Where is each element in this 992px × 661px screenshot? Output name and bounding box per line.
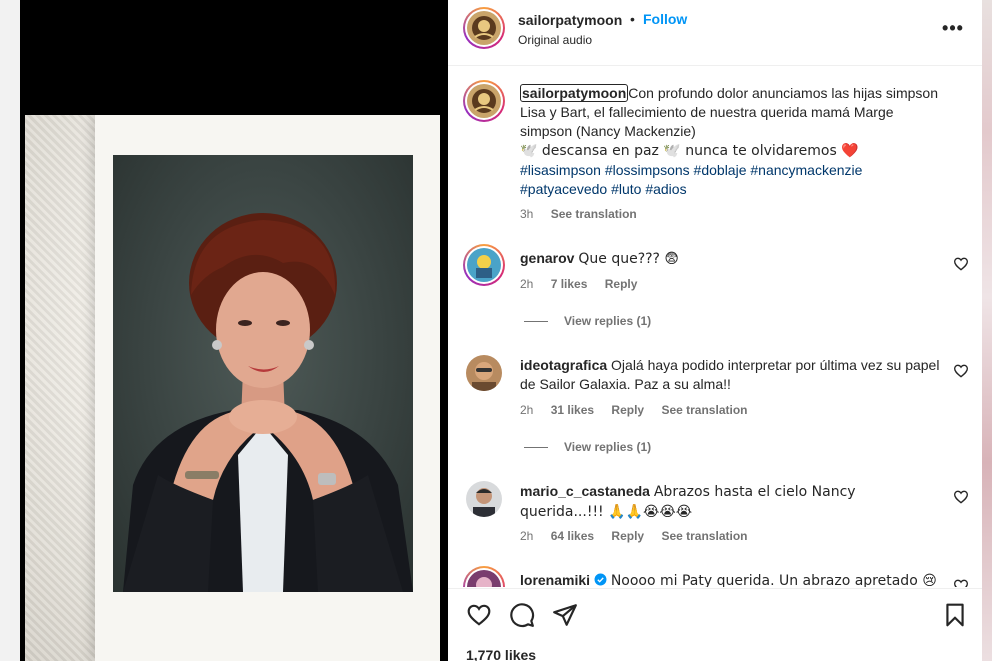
hashtag[interactable]: #adios <box>645 181 686 197</box>
like-comment-heart-icon[interactable] <box>953 363 969 379</box>
comment-avatar[interactable] <box>463 566 505 587</box>
comment-avatar[interactable] <box>466 481 502 517</box>
comment-time[interactable]: 2h <box>520 277 533 291</box>
post-actions-bar: 1,770 likes <box>448 588 982 661</box>
share-icon[interactable] <box>552 602 578 628</box>
comment-username[interactable]: lorenamiki <box>520 572 590 587</box>
see-translation-button[interactable]: See translation <box>551 207 637 221</box>
like-comment-heart-icon[interactable] <box>953 489 969 505</box>
hashtag[interactable]: #doblaje <box>694 162 747 178</box>
hashtag[interactable]: #lisasimpson <box>520 162 601 178</box>
comment-meta: 2h 31 likes Reply See translation <box>520 403 761 417</box>
comment-avatar[interactable] <box>466 355 502 391</box>
hashtag[interactable]: #luto <box>611 181 641 197</box>
background-left-strip <box>0 0 20 661</box>
photo-print <box>95 115 440 661</box>
comment-time[interactable]: 2h <box>520 529 533 543</box>
verified-badge-icon <box>594 573 607 586</box>
see-translation-button[interactable]: See translation <box>661 529 747 543</box>
comment-avatar[interactable] <box>463 244 505 286</box>
comment-likes[interactable]: 64 likes <box>551 529 594 543</box>
caption-avatar[interactable] <box>463 80 505 122</box>
see-translation-button[interactable]: See translation <box>661 403 747 417</box>
hashtag[interactable]: #lossimpsons <box>605 162 690 178</box>
comment-likes[interactable]: 31 likes <box>551 403 594 417</box>
comments-list[interactable]: sailorpatymoon Con profundo dolor anuncia… <box>448 67 982 587</box>
comment-text: ideotagrafica Ojalá haya podido interpre… <box>520 356 940 394</box>
hashtag[interactable]: #patyacevedo <box>520 181 607 197</box>
author-avatar[interactable] <box>463 7 505 49</box>
background-right-strip <box>982 0 992 661</box>
comment-username[interactable]: mario_c_castaneda <box>520 483 650 499</box>
comment-time[interactable]: 2h <box>520 403 533 417</box>
post-header: sailorpatymoon • Follow Original audio •… <box>448 0 982 66</box>
comment-meta: 2h 7 likes Reply <box>520 277 651 291</box>
post-media[interactable] <box>20 0 448 661</box>
photo-backdrop-textile <box>25 115 440 661</box>
comment-username[interactable]: genarov <box>520 250 574 266</box>
post-detail-panel: sailorpatymoon • Follow Original audio •… <box>448 0 982 661</box>
like-comment-heart-icon[interactable] <box>953 578 969 587</box>
portrait-photo <box>113 155 413 592</box>
view-replies-label: View replies (1) <box>564 314 652 328</box>
comment-body: Que que??? 😨 <box>578 251 680 267</box>
view-replies-label: View replies (1) <box>564 440 652 454</box>
comment-text: mario_c_castaneda Abrazos hasta el cielo… <box>520 482 940 522</box>
like-comment-heart-icon[interactable] <box>953 256 969 272</box>
follow-button[interactable]: Follow <box>643 11 687 27</box>
comment-username[interactable]: ideotagrafica <box>520 357 607 373</box>
comment-likes[interactable]: 7 likes <box>551 277 588 291</box>
header-separator: • <box>630 11 635 27</box>
comment-body: Noooo mi Paty querida. Un abrazo apretad… <box>610 573 937 587</box>
reply-button[interactable]: Reply <box>611 529 644 543</box>
caption-second-line: 🕊️ descansa en paz 🕊️ nunca te olvidarem… <box>520 143 859 159</box>
caption-username[interactable]: sailorpatymoon <box>520 84 629 102</box>
reply-button[interactable]: Reply <box>605 277 638 291</box>
caption-time[interactable]: 3h <box>520 207 533 221</box>
comment-text: genarov Que que??? 😨 <box>520 249 940 269</box>
author-username[interactable]: sailorpatymoon <box>518 12 622 28</box>
view-replies-button[interactable]: View replies (1) <box>524 314 651 328</box>
comment-meta: 2h 64 likes Reply See translation <box>520 529 761 543</box>
caption-text: sailorpatymoon Con profundo dolor anuncia… <box>520 84 940 199</box>
like-heart-icon[interactable] <box>466 602 492 628</box>
comment-text: lorenamiki Noooo mi Paty querida. Un abr… <box>520 571 940 587</box>
caption-meta: 3h See translation <box>520 207 651 221</box>
view-replies-button[interactable]: View replies (1) <box>524 440 651 454</box>
comment-icon[interactable] <box>509 602 535 628</box>
more-options-icon[interactable]: ••• <box>941 18 965 38</box>
bookmark-icon[interactable] <box>942 602 968 628</box>
reply-button[interactable]: Reply <box>611 403 644 417</box>
likes-count[interactable]: 1,770 likes <box>466 647 536 661</box>
original-audio-link[interactable]: Original audio <box>518 33 592 47</box>
hashtag[interactable]: #nancymackenzie <box>750 162 862 178</box>
